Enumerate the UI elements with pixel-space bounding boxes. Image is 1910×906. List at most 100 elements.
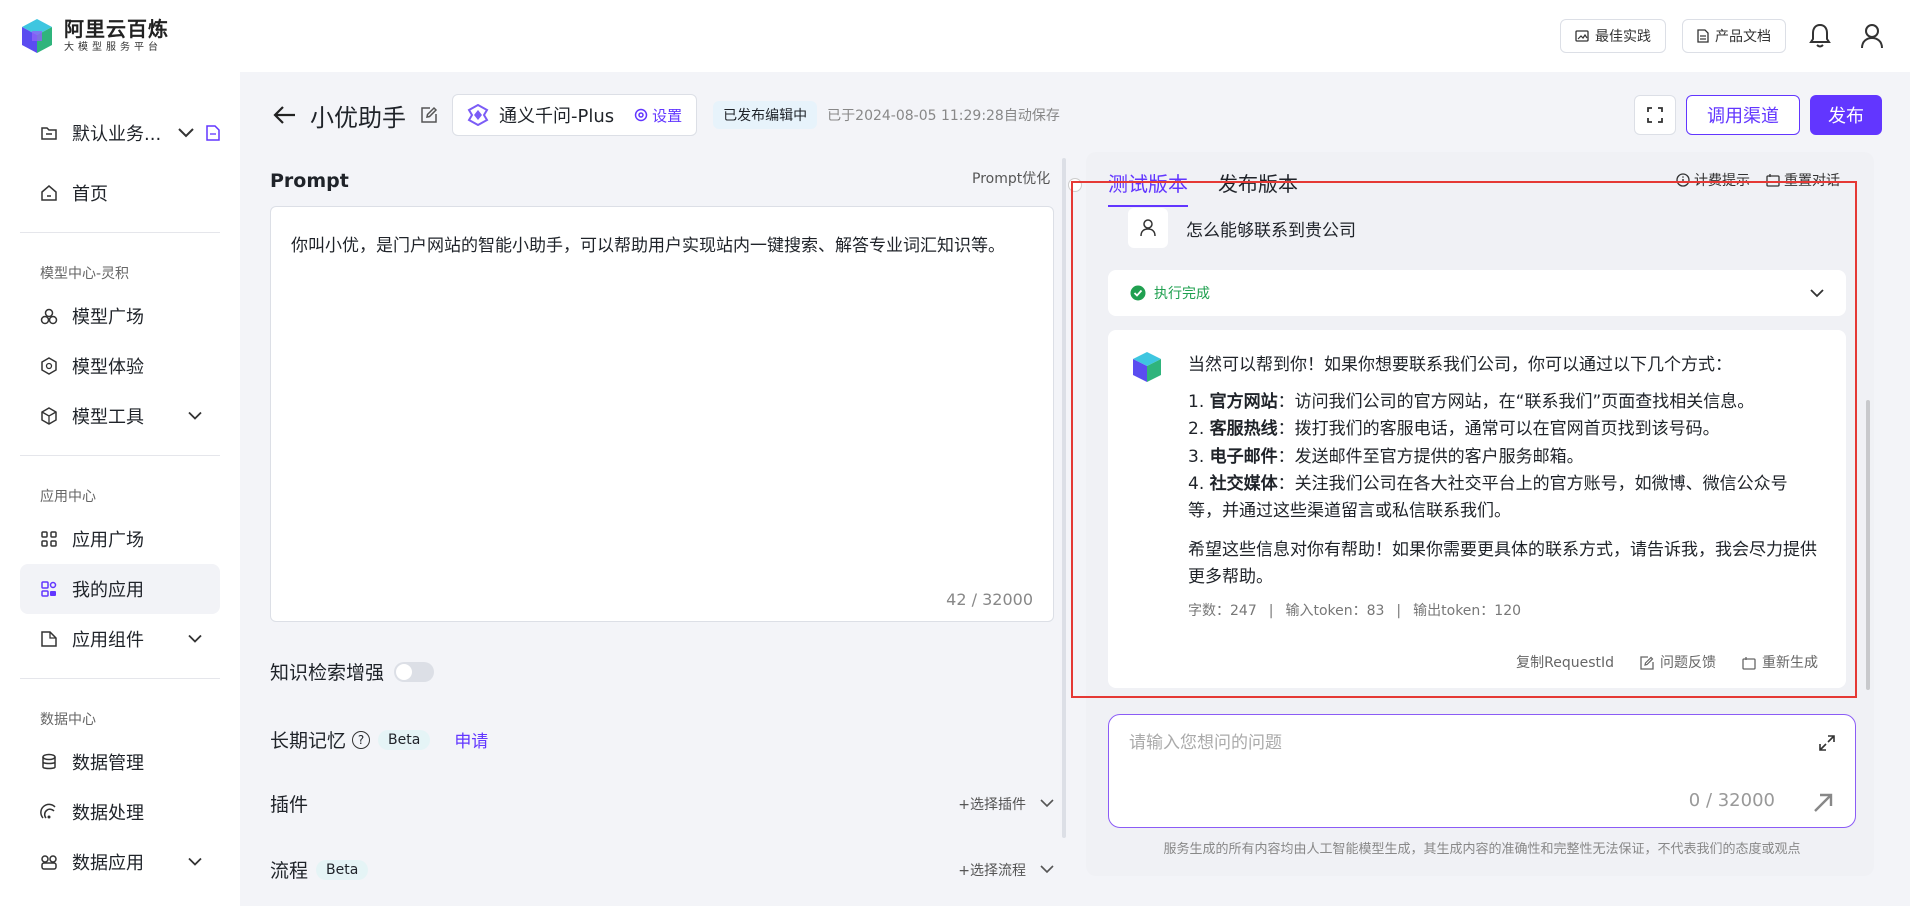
select-flow-button[interactable]: +选择流程 (958, 860, 1054, 880)
back-button[interactable] (270, 100, 300, 130)
publish-button[interactable]: 发布 (1810, 95, 1882, 135)
left-scrollbar[interactable] (1062, 158, 1066, 838)
beta-badge: Beta (378, 729, 431, 750)
disclaimer: 服务生成的所有内容均由人工智能模型生成，其生成内容的准确性和完整性无法保证，不代… (1163, 842, 1801, 857)
section-label-data: 数据中心 (40, 712, 96, 728)
logo-cube-icon (22, 19, 52, 53)
model-selector[interactable]: 通义千问-Plus 设置 (452, 94, 698, 136)
chevron-down-icon (188, 857, 202, 866)
highlight-box (1071, 181, 1857, 698)
my-apps-icon (41, 581, 57, 597)
chat-input-box[interactable]: 0 / 32000 (1108, 714, 1856, 828)
flow-row: 流程 Beta +选择流程 (270, 856, 1054, 883)
best-practice-button[interactable]: 最佳实践 (1560, 19, 1666, 53)
divider (20, 232, 220, 233)
long-memory-row: 长期记忆 ? Beta 申请 (270, 726, 1054, 753)
top-bar: 阿里云百炼 大模型服务平台 最佳实践 产品文档 (0, 0, 1910, 72)
grid-icon (41, 531, 57, 547)
sidebar-item-app-square[interactable]: 应用广场 (20, 514, 220, 564)
sidebar-item-label: 数据管理 (72, 753, 144, 774)
product-docs-label: 产品文档 (1715, 29, 1771, 45)
sidebar-item-label: 首页 (72, 184, 108, 205)
memory-label: 长期记忆 (270, 730, 347, 752)
hexagon-icon (41, 357, 57, 375)
divider (20, 455, 220, 456)
chat-scrollbar[interactable] (1866, 400, 1870, 690)
app-header: 小优助手 通义千问-Plus 设置 已发布编辑中 已于2024-08-05 11… (270, 92, 1882, 138)
prompt-textarea[interactable]: 你叫小优，是门户网站的智能小助手，可以帮助用户实现站内一键搜索、解答专业词汇知识… (270, 206, 1054, 622)
workspace-label: 默认业务... (72, 124, 162, 145)
apply-link[interactable]: 申请 (454, 727, 488, 752)
database-icon (42, 753, 56, 770)
select-plugin-button[interactable]: +选择插件 (958, 794, 1054, 814)
chevron-down-icon (1040, 865, 1054, 874)
model-square-icon (40, 308, 58, 325)
model-settings-label: 设置 (652, 106, 683, 125)
status-badge: 已发布编辑中 (713, 101, 818, 129)
image-icon (1575, 30, 1589, 42)
select-plugin-label: +选择插件 (958, 796, 1026, 813)
page-title: 小优助手 (310, 103, 406, 132)
prompt-text: 你叫小优，是门户网站的智能小助手，可以帮助用户实现站内一键搜索、解答专业词汇知识… (291, 236, 1005, 256)
chat-input[interactable] (1129, 733, 1729, 753)
sidebar-item-label: 模型广场 (72, 307, 144, 328)
workspace-doc-icon[interactable] (206, 125, 220, 141)
sidebar-item-label: 数据处理 (72, 803, 144, 824)
product-docs-button[interactable]: 产品文档 (1682, 19, 1786, 53)
prompt-label: Prompt (270, 170, 349, 192)
bell-icon (1809, 23, 1831, 48)
prompt-optimize-link[interactable]: Prompt优化 (972, 168, 1050, 188)
tongyi-logo-icon (467, 104, 489, 126)
sidebar-item-label: 模型体验 (72, 357, 144, 378)
plugin-row: 插件 +选择插件 (270, 790, 1054, 817)
chevron-down-icon (188, 634, 202, 643)
logo[interactable]: 阿里云百炼 大模型服务平台 (20, 17, 169, 55)
arrow-left-icon (273, 106, 295, 124)
beta-badge: Beta (316, 859, 369, 880)
cube-icon (41, 407, 57, 425)
section-label-app: 应用中心 (40, 489, 96, 505)
user-avatar-button[interactable] (1854, 18, 1890, 54)
data-process-icon (40, 803, 56, 819)
chevron-down-icon (188, 411, 202, 420)
edit-title-icon[interactable] (420, 106, 438, 124)
flow-label: 流程 (270, 860, 309, 882)
divider (20, 678, 220, 679)
model-settings-link[interactable]: 设置 (634, 105, 682, 126)
fullscreen-icon (1647, 107, 1663, 123)
section-label-model: 模型中心-灵积 (40, 266, 130, 282)
folder-icon (41, 127, 57, 140)
workspace-selector[interactable]: 默认业务... (20, 108, 220, 158)
chevron-down-icon (1040, 799, 1054, 808)
settings-icon (634, 108, 648, 122)
sidebar-item-model-tools[interactable]: 模型工具 (20, 391, 220, 441)
send-icon[interactable] (1813, 793, 1833, 813)
call-channel-button[interactable]: 调用渠道 (1686, 95, 1800, 135)
sidebar-item-home[interactable]: 首页 (20, 168, 220, 218)
fullscreen-button[interactable] (1634, 95, 1676, 135)
sidebar-item-data-process[interactable]: 数据处理 (20, 787, 220, 837)
sidebar-item-label: 数据应用 (72, 853, 144, 874)
sidebar-item-data-manage[interactable]: 数据管理 (20, 737, 220, 787)
sidebar-item-my-apps[interactable]: 我的应用 (20, 564, 220, 614)
sidebar-item-label: 应用广场 (72, 530, 144, 551)
knowledge-label: 知识检索增强 (270, 662, 385, 684)
sidebar: 默认业务... 首页 模型中心-灵积 模型广场 模型体验 模型工具 应用中心 应… (0, 72, 240, 906)
best-practice-label: 最佳实践 (1595, 29, 1651, 45)
notification-bell-button[interactable] (1802, 18, 1838, 54)
prompt-char-count: 42 / 32000 (946, 590, 1033, 609)
sidebar-item-label: 应用组件 (72, 630, 144, 651)
sidebar-item-data-app[interactable]: 数据应用 (20, 837, 220, 887)
sidebar-item-model-experience[interactable]: 模型体验 (20, 341, 220, 391)
chevron-down-icon[interactable] (178, 128, 194, 138)
data-app-icon (41, 855, 57, 870)
sidebar-item-model-square[interactable]: 模型广场 (20, 291, 220, 341)
expand-icon[interactable] (1819, 735, 1835, 751)
knowledge-retrieval-row: 知识检索增强 (270, 658, 1054, 685)
help-icon[interactable]: ? (352, 730, 371, 749)
home-icon (41, 185, 57, 201)
sidebar-item-app-components[interactable]: 应用组件 (20, 614, 220, 664)
knowledge-toggle[interactable] (394, 661, 435, 682)
document-icon (1697, 29, 1709, 43)
select-flow-label: +选择流程 (958, 862, 1026, 879)
